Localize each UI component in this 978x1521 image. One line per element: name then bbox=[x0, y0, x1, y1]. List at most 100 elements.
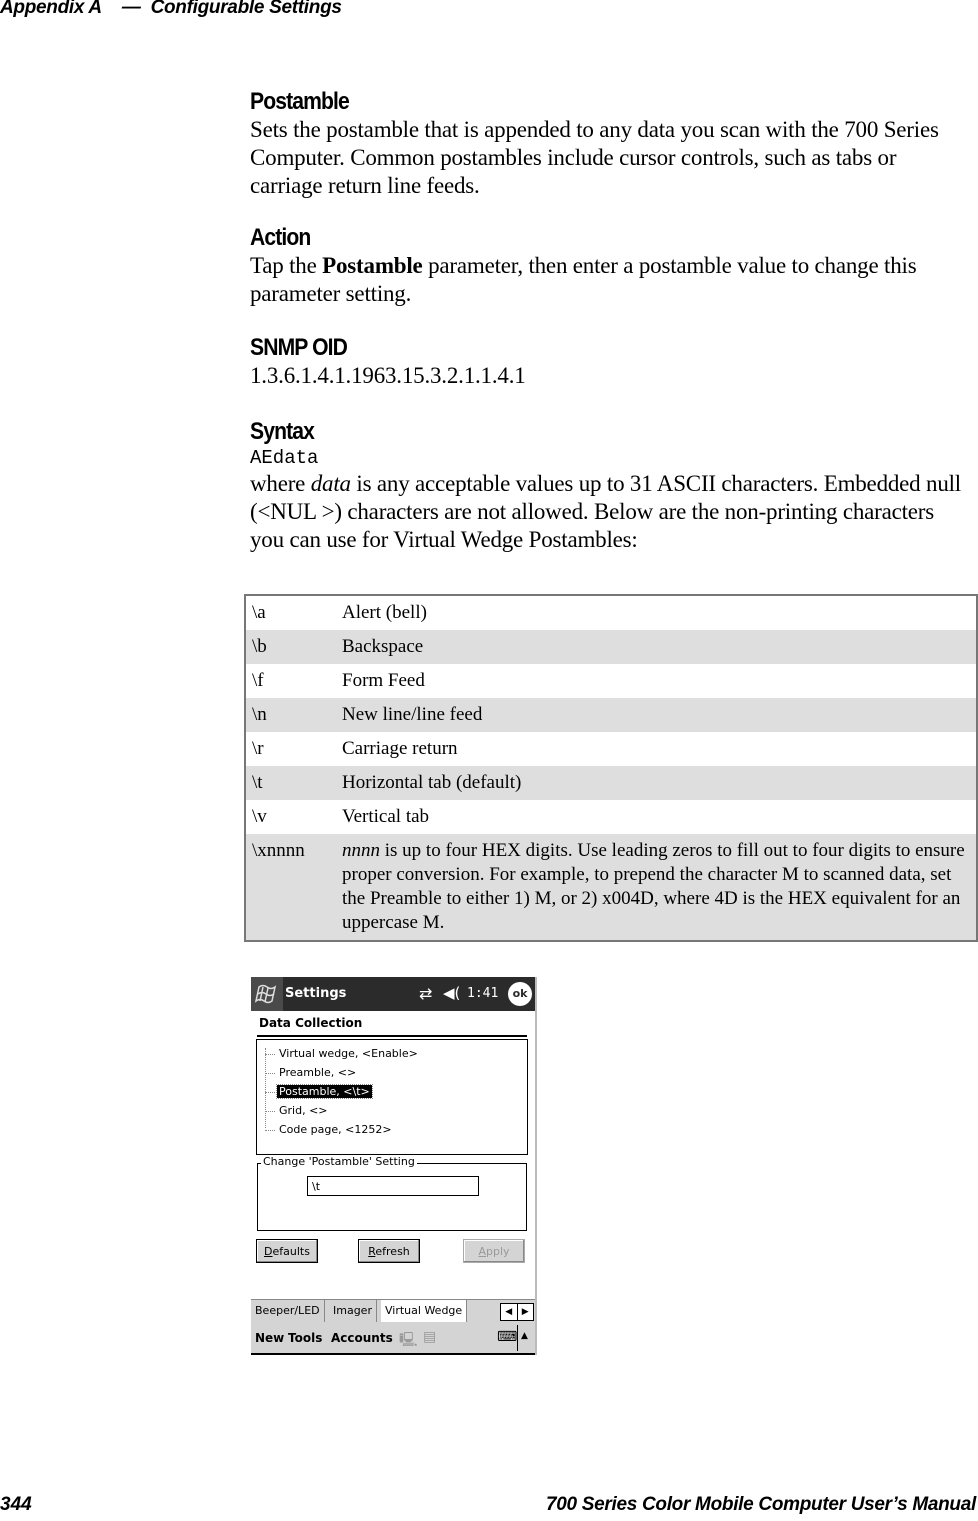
tree-item[interactable]: Virtual wedge, <Enable> bbox=[265, 1046, 420, 1062]
tab-strip: Beeper/LED Imager Virtual Wedge ◀ ▶ bbox=[251, 1299, 535, 1324]
title-bar: Settings ⇄ ◀( 1:41 ok bbox=[251, 977, 535, 1011]
description-italic: nnnn bbox=[342, 840, 380, 861]
document-icon[interactable]: ▤ bbox=[423, 1329, 436, 1345]
input-panel-arrow-icon[interactable]: ▲ bbox=[521, 1331, 528, 1341]
description-cell: Vertical tab bbox=[342, 806, 430, 827]
table-row: \f Form Feed bbox=[245, 664, 977, 698]
syntax-section: Syntax AEdata where data is any acceptab… bbox=[250, 418, 972, 554]
syntax-code: AEdata bbox=[250, 447, 319, 469]
description-cell: Carriage return bbox=[342, 738, 458, 759]
clock-time[interactable]: 1:41 bbox=[467, 986, 498, 1001]
action-body-bold: Postamble bbox=[322, 253, 423, 278]
menu-accounts[interactable]: Accounts bbox=[331, 1331, 393, 1345]
settings-tree[interactable]: Virtual wedge, <Enable> Preamble, <> Posta… bbox=[256, 1039, 528, 1155]
table-row: \n New line/line feed bbox=[245, 698, 977, 732]
snmp-section: SNMP OID 1.3.6.1.4.1.1963.15.3.2.1.1.4.1 bbox=[250, 334, 972, 390]
description-text: is up to four HEX digits. Use leading ze… bbox=[342, 840, 965, 933]
title-divider bbox=[257, 1035, 527, 1037]
code-cell: \f bbox=[252, 670, 264, 691]
code-cell: \xnnnn bbox=[245, 834, 336, 941]
device-screenshot: Settings ⇄ ◀( 1:41 ok Data Collection Vi… bbox=[251, 977, 537, 1355]
tab-scroll-right-icon[interactable]: ▶ bbox=[518, 1304, 534, 1320]
syntax-heading: Syntax bbox=[250, 418, 315, 445]
refresh-label: efresh bbox=[375, 1245, 410, 1258]
tree-item-label: Code page, <1252> bbox=[279, 1123, 392, 1136]
code-cell: \v bbox=[252, 806, 267, 827]
tree-item[interactable]: Code page, <1252> bbox=[265, 1122, 394, 1138]
tree-item-label: Postamble, <\t> bbox=[276, 1084, 373, 1099]
code-cell: \b bbox=[245, 630, 336, 664]
syntax-body-suffix: is any acceptable values up to 31 ASCII … bbox=[250, 471, 962, 552]
postamble-value-input[interactable] bbox=[307, 1176, 479, 1196]
postamble-section: Postamble Sets the postamble that is app… bbox=[250, 88, 972, 200]
tree-item[interactable]: Grid, <> bbox=[265, 1103, 330, 1119]
refresh-button[interactable]: Refresh bbox=[358, 1239, 420, 1263]
syntax-body-prefix: where bbox=[250, 471, 311, 496]
page-number: 344 bbox=[0, 1494, 32, 1515]
defaults-label: efaults bbox=[272, 1245, 310, 1258]
tab-scroll-arrows: ◀ ▶ bbox=[500, 1303, 534, 1321]
defaults-button[interactable]: Defaults bbox=[256, 1239, 318, 1263]
group-legend: Change 'Postamble' Setting bbox=[261, 1155, 417, 1168]
tab-imager[interactable]: Imager bbox=[329, 1300, 377, 1322]
manual-title: 700 Series Color Mobile Computer User’s … bbox=[545, 1494, 976, 1515]
description-cell: Alert (bell) bbox=[342, 602, 427, 623]
appendix-label: Appendix A bbox=[0, 0, 102, 18]
tab-virtual-wedge[interactable]: Virtual Wedge bbox=[381, 1300, 468, 1322]
change-setting-group: Change 'Postamble' Setting bbox=[257, 1155, 527, 1231]
defaults-mnemonic: D bbox=[264, 1245, 273, 1258]
tab-beeper-led[interactable]: Beeper/LED bbox=[251, 1300, 325, 1322]
description-cell: New line/line feed bbox=[336, 698, 977, 732]
computer-icon[interactable]: 🖳 bbox=[399, 1329, 418, 1353]
keyboard-icon[interactable]: ⌨ bbox=[497, 1329, 517, 1345]
snmp-heading: SNMP OID bbox=[250, 334, 348, 361]
action-section: Action Tap the Postamble parameter, then… bbox=[250, 224, 972, 308]
windows-flag-icon bbox=[254, 984, 277, 1004]
action-body-prefix: Tap the bbox=[250, 253, 323, 278]
tab-scroll-left-icon[interactable]: ◀ bbox=[501, 1304, 518, 1320]
description-cell: Form Feed bbox=[342, 670, 425, 691]
chapter-title: Configurable Settings bbox=[150, 0, 342, 18]
tree-item-label: Grid, <> bbox=[279, 1104, 328, 1117]
postamble-codes-table: \a Alert (bell) \b Backspace \f Form Feed \n Ne… bbox=[244, 594, 978, 942]
tree-item[interactable]: Preamble, <> bbox=[265, 1065, 358, 1081]
data-collection-title: Data Collection bbox=[259, 1016, 363, 1030]
table-row: \v Vertical tab bbox=[245, 800, 977, 834]
menu-new[interactable]: New bbox=[255, 1331, 284, 1345]
table-row: \r Carriage return bbox=[245, 732, 977, 766]
ok-button[interactable]: ok bbox=[508, 982, 532, 1006]
table-row: \xnnnn nnnn is up to four HEX digits. Use… bbox=[245, 834, 977, 941]
apply-label: pply bbox=[486, 1245, 510, 1258]
menu-bar: New Tools Accounts 🖳 ▤ ⌨ ▲ bbox=[251, 1323, 535, 1355]
code-cell: \n bbox=[245, 698, 336, 732]
header-dash: — bbox=[121, 0, 141, 18]
code-cell: \t bbox=[245, 766, 336, 800]
description-cell: Horizontal tab (default) bbox=[336, 766, 977, 800]
snmp-oid: 1.3.6.1.4.1.1963.15.3.2.1.1.4.1 bbox=[250, 363, 526, 388]
start-button[interactable] bbox=[251, 977, 283, 1011]
description-cell: nnnn is up to four HEX digits. Use leadi… bbox=[336, 834, 977, 941]
tree-item-label: Virtual wedge, <Enable> bbox=[279, 1047, 418, 1060]
action-heading: Action bbox=[250, 224, 311, 251]
app-title: Settings bbox=[285, 986, 347, 1001]
code-cell: \r bbox=[252, 738, 264, 759]
code-cell: \a bbox=[252, 602, 266, 623]
description-cell: Backspace bbox=[336, 630, 977, 664]
postamble-heading: Postamble bbox=[250, 88, 350, 115]
menu-tools[interactable]: Tools bbox=[288, 1331, 322, 1345]
apply-button[interactable]: Apply bbox=[463, 1239, 525, 1263]
apply-mnemonic: A bbox=[478, 1245, 486, 1258]
menu-separator bbox=[517, 1325, 518, 1351]
action-body: Tap the Postamble parameter, then enter … bbox=[250, 252, 972, 308]
table-row: \b Backspace bbox=[245, 630, 977, 664]
tree-item[interactable]: Postamble, <\t> bbox=[265, 1084, 373, 1100]
table-row: \a Alert (bell) bbox=[245, 595, 977, 630]
table-row: \t Horizontal tab (default) bbox=[245, 766, 977, 800]
sync-icon[interactable]: ⇄ bbox=[419, 984, 432, 1003]
running-header: Appendix A — Configurable Settings bbox=[0, 0, 342, 19]
syntax-body-italic: data bbox=[310, 471, 351, 496]
speaker-icon[interactable]: ◀( bbox=[443, 984, 460, 1002]
tree-item-label: Preamble, <> bbox=[279, 1066, 357, 1079]
syntax-body: where data is any acceptable values up t… bbox=[250, 470, 972, 554]
postamble-body: Sets the postamble that is appended to a… bbox=[250, 117, 939, 198]
